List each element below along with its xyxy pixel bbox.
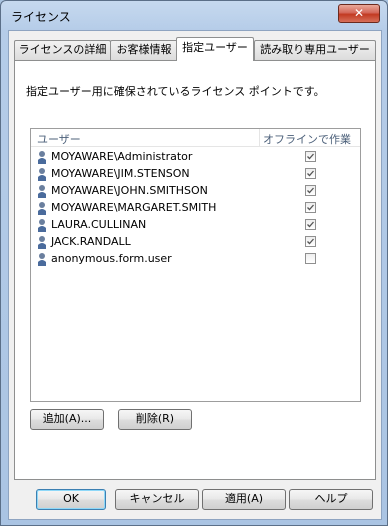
tab-license-details[interactable]: ライセンスの詳細 [14,40,111,60]
offline-checkbox[interactable] [305,253,316,264]
user-name: LAURA.CULLINAN [51,218,147,231]
tab-label: 読み取り専用ユーザー [260,43,370,56]
tab-label: 指定ユーザー [182,41,248,54]
user-icon [38,253,46,266]
table-row[interactable]: JACK.RANDALL [31,233,360,250]
checkmark-icon [307,238,314,245]
user-name: MOYAWARE\MARGARET.SMITH [51,201,217,214]
column-header-offline[interactable]: オフラインで作業 [263,131,351,147]
table-row[interactable]: MOYAWARE\JIM.STENSON [31,165,360,182]
tab-customer-info[interactable]: お客様情報 [110,40,178,60]
user-icon [38,168,46,181]
offline-checkbox[interactable] [305,185,316,196]
column-divider[interactable] [259,129,260,146]
offline-checkbox[interactable] [305,202,316,213]
close-icon: ✕ [353,6,365,20]
user-name: MOYAWARE\JOHN.SMITHSON [51,184,208,197]
user-name: JACK.RANDALL [51,235,131,248]
user-icon [38,236,46,249]
checkmark-icon [307,204,314,211]
close-button[interactable]: ✕ [338,4,380,23]
table-row[interactable]: MOYAWARE\JOHN.SMITHSON [31,182,360,199]
cancel-button[interactable]: キャンセル [115,489,199,510]
user-icon [38,151,46,164]
tab-label: ライセンスの詳細 [18,43,107,56]
tab-named-users[interactable]: 指定ユーザー [176,37,254,61]
license-dialog: ライセンス ✕ ライセンスの詳細 お客様情報 指定ユーザー 読み取り専用ユーザー… [0,0,388,526]
tab-panel: 指定ユーザー用に確保されているライセンス ポイントです。 ユーザー オフラインで… [14,60,376,480]
ok-button[interactable]: OK [36,489,106,510]
apply-button[interactable]: 適用(A) [202,489,286,510]
tab-label: お客様情報 [116,43,172,56]
tab-read-only-users[interactable]: 読み取り専用ユーザー [254,40,376,60]
remove-button[interactable]: 削除(R) [118,409,192,430]
offline-checkbox[interactable] [305,151,316,162]
user-name: MOYAWARE\JIM.STENSON [51,167,190,180]
user-name: anonymous.form.user [51,252,172,265]
help-button[interactable]: ヘルプ [289,489,373,510]
list-header: ユーザー オフラインで作業 [31,129,360,147]
title-bar[interactable]: ライセンス ✕ [1,1,387,29]
user-icon [38,219,46,232]
panel-description: 指定ユーザー用に確保されているライセンス ポイントです。 [26,85,325,98]
checkmark-icon [307,221,314,228]
table-row[interactable]: LAURA.CULLINAN [31,216,360,233]
offline-checkbox[interactable] [305,168,316,179]
user-name: MOYAWARE\Administrator [51,150,193,163]
offline-checkbox[interactable] [305,236,316,247]
window-title: ライセンス [11,10,71,24]
user-icon [38,202,46,215]
checkmark-icon [307,170,314,177]
add-button[interactable]: 追加(A)... [30,409,104,430]
named-users-list[interactable]: ユーザー オフラインで作業 MOYAWARE\Administrator MOY… [30,128,361,402]
offline-checkbox[interactable] [305,219,316,230]
table-row[interactable]: anonymous.form.user [31,250,360,267]
table-row[interactable]: MOYAWARE\MARGARET.SMITH [31,199,360,216]
table-row[interactable]: MOYAWARE\Administrator [31,148,360,165]
dialog-client-area: ライセンスの詳細 お客様情報 指定ユーザー 読み取り専用ユーザー 指定ユーザー用… [8,30,382,520]
checkmark-icon [307,153,314,160]
user-icon [38,185,46,198]
checkmark-icon [307,187,314,194]
column-header-user[interactable]: ユーザー [37,131,81,147]
